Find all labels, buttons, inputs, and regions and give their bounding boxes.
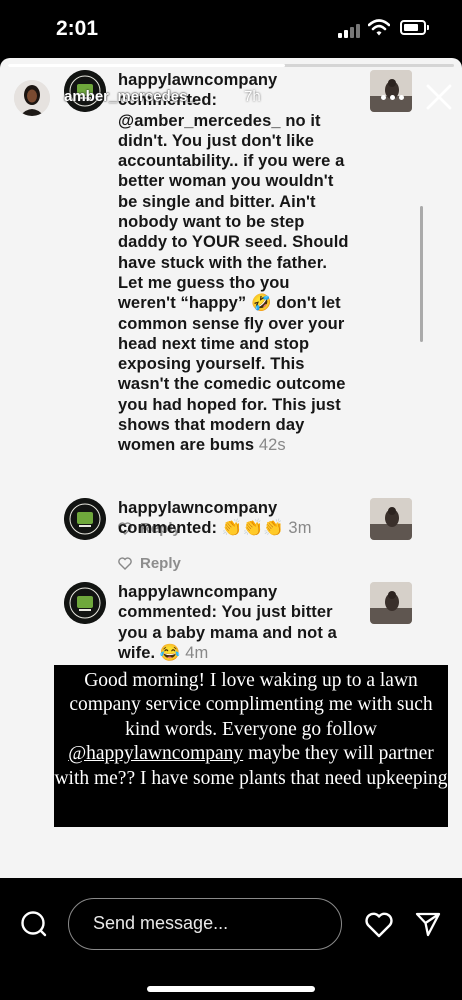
story-caption: Good morning! I love waking up to a lawn… (54, 665, 448, 827)
status-time: 2:01 (56, 17, 99, 40)
wifi-icon (368, 19, 390, 36)
send-message-input[interactable]: Send message... (68, 898, 342, 950)
reply-button[interactable]: Reply (140, 555, 181, 572)
story-time: 7h (244, 88, 261, 105)
comment-mention[interactable]: @amber_mercedes_ (118, 112, 281, 130)
story-username[interactable]: amber_mercedes_ (64, 88, 196, 105)
close-icon[interactable] (424, 82, 454, 112)
battery-icon (400, 20, 426, 35)
camera-icon[interactable] (20, 910, 48, 938)
heart-icon[interactable] (364, 911, 394, 939)
more-icon[interactable] (376, 82, 410, 112)
post-thumbnail[interactable] (370, 498, 412, 540)
comment-time: 42s (258, 436, 286, 455)
comment-author[interactable]: happylawncompany (118, 499, 277, 517)
comment-time: 4m (185, 643, 209, 662)
signal-icon (338, 22, 362, 38)
comment-verb: commented: (118, 519, 218, 538)
caption-mention[interactable]: @happylawncompany (68, 743, 243, 764)
comment-time: 3m (288, 519, 312, 538)
comment-body: 👏👏👏 (221, 519, 284, 538)
home-indicator (147, 986, 315, 992)
avatar[interactable] (14, 80, 50, 116)
status-bar: 2:01 (0, 0, 462, 60)
commenter-logo[interactable] (64, 582, 106, 624)
comment-verb: commented: (118, 603, 218, 622)
comment-author[interactable]: happylawncompany (118, 71, 277, 89)
commenter-logo[interactable] (64, 498, 106, 540)
send-icon[interactable] (414, 910, 442, 938)
scrollbar[interactable] (420, 206, 423, 342)
comment-body: no it didn't. You just don't like accoun… (118, 111, 349, 455)
like-comment-icon[interactable] (118, 557, 132, 570)
comment-author[interactable]: happylawncompany (118, 583, 277, 601)
story-progress-bar (8, 64, 454, 67)
post-thumbnail[interactable] (370, 582, 412, 624)
caption-text: Good morning! I love waking up to a lawn… (69, 670, 433, 740)
